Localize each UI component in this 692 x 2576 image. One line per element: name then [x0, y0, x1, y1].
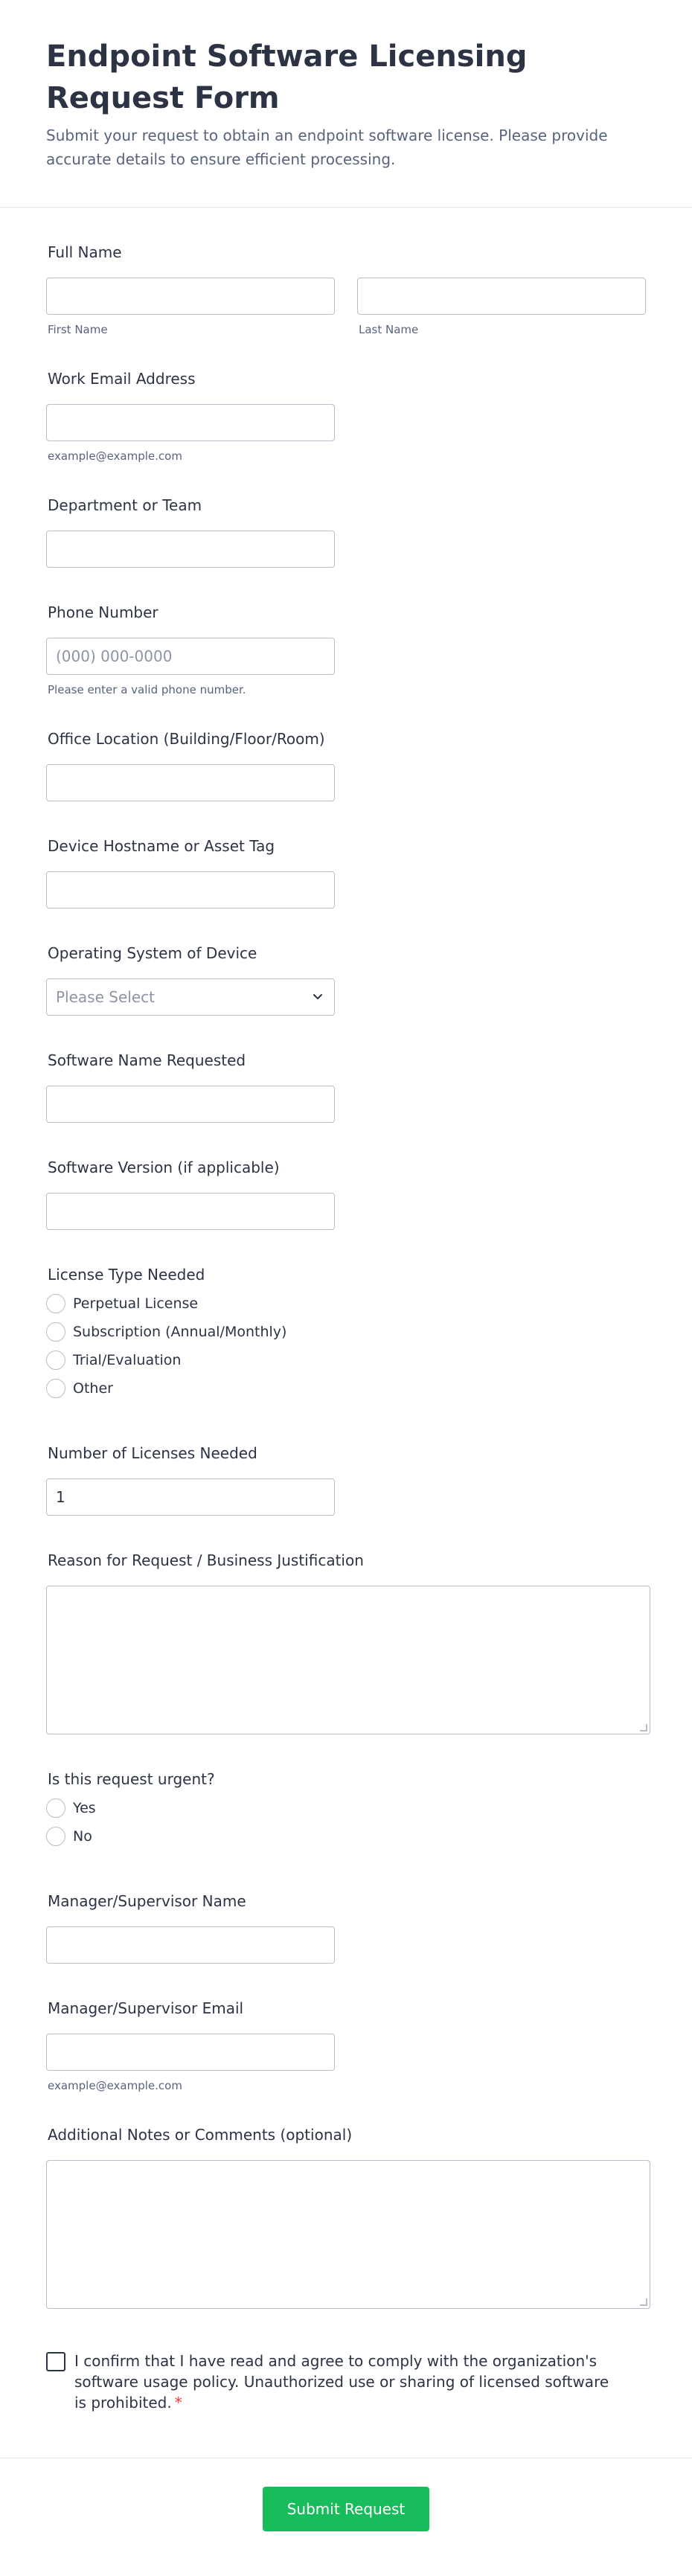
license-option-subscription[interactable]: Subscription (Annual/Monthly) — [46, 1322, 646, 1342]
page-title: Endpoint Software Licensing Request Form — [46, 39, 528, 115]
software-name-label: Software Name Requested — [48, 1051, 246, 1069]
work-email-sublabel: example@example.com — [48, 449, 182, 463]
radio-label: No — [73, 1828, 92, 1845]
license-option-other[interactable]: Other — [46, 1379, 646, 1398]
radio-button[interactable] — [46, 1351, 65, 1370]
radio-button[interactable] — [46, 1294, 65, 1313]
full-name-label: Full Name — [48, 243, 122, 261]
required-mark: * — [174, 2394, 182, 2412]
office-location-input[interactable] — [46, 764, 335, 801]
work-email-label: Work Email Address — [48, 370, 196, 388]
radio-button[interactable] — [46, 1379, 65, 1398]
form-footer: Submit Request — [0, 2458, 692, 2576]
form-header: Endpoint Software Licensing Request Form… — [0, 0, 692, 208]
os-selected-value: Please Select — [56, 988, 155, 1006]
first-name-sublabel: First Name — [48, 323, 108, 336]
os-field: Operating System of Device Please Select — [46, 943, 646, 1016]
radio-label: Other — [73, 1380, 113, 1397]
last-name-sublabel: Last Name — [359, 323, 419, 336]
manager-email-field: Manager/Supervisor Email example@example… — [46, 1998, 646, 2093]
resize-handle-icon[interactable] — [640, 1724, 647, 1731]
notes-label: Additional Notes or Comments (optional) — [48, 2126, 353, 2144]
radio-button[interactable] — [46, 1827, 65, 1846]
office-location-label: Office Location (Building/Floor/Room) — [48, 730, 325, 748]
notes-textarea[interactable] — [46, 2160, 650, 2309]
num-licenses-label: Number of Licenses Needed — [48, 1444, 257, 1462]
os-select[interactable]: Please Select — [46, 978, 335, 1016]
department-label: Department or Team — [48, 496, 202, 514]
manager-name-label: Manager/Supervisor Name — [48, 1892, 246, 1910]
phone-field: Phone Number Please enter a valid phone … — [46, 602, 646, 697]
reason-textarea[interactable] — [46, 1586, 650, 1734]
software-name-field: Software Name Requested — [46, 1050, 646, 1123]
hostname-input[interactable] — [46, 871, 335, 909]
chevron-down-icon — [313, 994, 322, 999]
urgent-options: Yes No — [46, 1798, 646, 1846]
num-licenses-field: Number of Licenses Needed — [46, 1443, 646, 1516]
department-field: Department or Team — [46, 495, 646, 568]
radio-label: Yes — [73, 1800, 96, 1816]
license-type-label: License Type Needed — [48, 1266, 205, 1284]
notes-field: Additional Notes or Comments (optional) — [46, 2124, 650, 2309]
resize-handle-icon[interactable] — [640, 2298, 647, 2306]
work-email-field: Work Email Address example@example.com — [46, 368, 646, 464]
os-label: Operating System of Device — [48, 944, 257, 962]
radio-label: Subscription (Annual/Monthly) — [73, 1324, 287, 1340]
software-version-field: Software Version (if applicable) — [46, 1157, 646, 1230]
work-email-input[interactable] — [46, 404, 335, 441]
manager-email-input[interactable] — [46, 2034, 335, 2071]
office-location-field: Office Location (Building/Floor/Room) — [46, 728, 646, 801]
full-name-field: Full Name First Name Last Name — [46, 242, 646, 337]
urgent-option-yes[interactable]: Yes — [46, 1798, 646, 1818]
manager-name-field: Manager/Supervisor Name — [46, 1891, 646, 1964]
department-input[interactable] — [46, 531, 335, 568]
manager-name-input[interactable] — [46, 1926, 335, 1964]
phone-input[interactable] — [46, 638, 335, 675]
reason-field: Reason for Request / Business Justificat… — [46, 1550, 650, 1734]
consent-label: I confirm that I have read and agree to … — [74, 2351, 612, 2413]
num-licenses-input[interactable] — [46, 1478, 335, 1516]
submit-button[interactable]: Submit Request — [263, 2487, 429, 2531]
first-name-input[interactable] — [46, 278, 335, 315]
hostname-field: Device Hostname or Asset Tag — [46, 836, 646, 909]
consent-field: I confirm that I have read and agree to … — [46, 2351, 612, 2413]
urgent-label: Is this request urgent? — [48, 1770, 215, 1788]
radio-button[interactable] — [46, 1322, 65, 1342]
urgent-option-no[interactable]: No — [46, 1827, 646, 1846]
urgent-field: Is this request urgent? Yes No — [46, 1769, 646, 1846]
consent-text: I confirm that I have read and agree to … — [74, 2352, 609, 2412]
software-name-input[interactable] — [46, 1086, 335, 1123]
last-name-input[interactable] — [357, 278, 646, 315]
license-type-options: Perpetual License Subscription (Annual/M… — [46, 1294, 646, 1398]
reason-label: Reason for Request / Business Justificat… — [48, 1551, 364, 1569]
license-option-perpetual[interactable]: Perpetual License — [46, 1294, 646, 1313]
form-body: Full Name First Name Last Name Work Emai… — [0, 208, 692, 2413]
radio-label: Perpetual License — [73, 1295, 199, 1312]
reason-textarea-box — [46, 1586, 650, 1734]
phone-sublabel: Please enter a valid phone number. — [48, 683, 246, 696]
software-version-label: Software Version (if applicable) — [48, 1159, 280, 1176]
phone-label: Phone Number — [48, 603, 158, 621]
license-type-field: License Type Needed Perpetual License Su… — [46, 1264, 646, 1398]
license-option-trial[interactable]: Trial/Evaluation — [46, 1351, 646, 1370]
consent-checkbox[interactable] — [46, 2352, 65, 2371]
hostname-label: Device Hostname or Asset Tag — [48, 837, 275, 855]
manager-email-sublabel: example@example.com — [48, 2079, 182, 2092]
software-version-input[interactable] — [46, 1193, 335, 1230]
radio-button[interactable] — [46, 1798, 65, 1818]
notes-textarea-box — [46, 2160, 650, 2309]
radio-label: Trial/Evaluation — [73, 1352, 182, 1368]
manager-email-label: Manager/Supervisor Email — [48, 1999, 244, 2017]
page-subtitle: Submit your request to obtain an endpoin… — [46, 126, 608, 168]
